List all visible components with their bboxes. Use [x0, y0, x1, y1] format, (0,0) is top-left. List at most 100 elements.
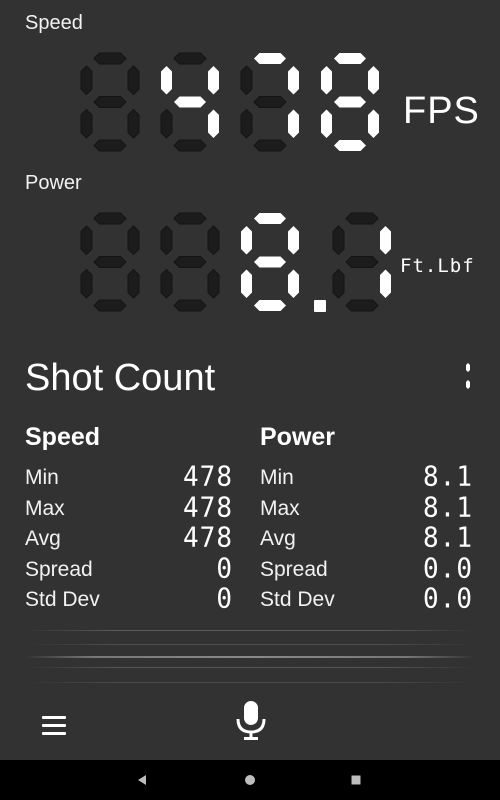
segment-d	[334, 140, 366, 151]
segment-g	[253, 96, 287, 108]
power-stat-value: 0.0	[423, 583, 473, 615]
segment-g	[334, 96, 366, 108]
segment-c	[380, 269, 391, 298]
segment-f	[240, 65, 253, 96]
segment-d	[253, 139, 287, 152]
segment-b	[288, 66, 299, 95]
segment-a	[173, 212, 207, 225]
shot-count-value	[455, 356, 471, 401]
speed-stat-label: Spread	[25, 557, 93, 581]
power-stat-value: 8.1	[423, 522, 473, 554]
segment-f	[455, 362, 461, 373]
power-stat-value: 8.1	[423, 461, 473, 493]
speed-stat-value: 478	[183, 491, 233, 524]
segment-c	[127, 268, 140, 299]
power-digit	[160, 212, 220, 317]
home-icon[interactable]	[230, 760, 270, 800]
segment-a	[334, 53, 366, 64]
system-navigation-bar	[0, 760, 500, 800]
segment-c	[288, 109, 299, 138]
divider-lines	[25, 620, 475, 695]
segment-c	[127, 108, 140, 139]
segment-a	[460, 356, 466, 362]
segment-a	[173, 52, 207, 65]
segment-b	[207, 225, 220, 256]
shot-count-label: Shot Count	[25, 357, 216, 399]
segment-b	[368, 66, 379, 95]
segment-c	[466, 380, 470, 389]
segment-a	[254, 213, 286, 224]
segment-b	[208, 66, 219, 95]
segment-f	[80, 65, 93, 96]
menu-icon[interactable]	[42, 716, 70, 738]
speed-unit: FPS	[403, 90, 480, 132]
segment-g	[254, 256, 286, 268]
speed-stat-value: 478	[183, 522, 233, 554]
segment-d	[93, 139, 127, 152]
segment-b	[127, 65, 140, 96]
speed-digit	[80, 52, 140, 157]
segment-f	[241, 226, 252, 255]
speed-stat-label: Min	[25, 466, 59, 489]
speed-digit	[320, 52, 380, 157]
segment-d	[173, 299, 207, 312]
segment-g	[173, 256, 207, 268]
speed-stat-label: Std Dev	[25, 588, 100, 611]
power-stat-value: 0.0	[423, 552, 473, 585]
power-digit	[80, 212, 140, 317]
segment-d	[345, 299, 379, 312]
segment-c	[208, 109, 219, 138]
speed-stat-value: 0	[216, 583, 233, 615]
segment-e	[241, 269, 252, 298]
power-digit	[240, 212, 300, 317]
segment-e	[240, 108, 253, 139]
segment-e	[80, 268, 93, 299]
segment-d	[173, 139, 207, 152]
segment-d	[460, 390, 466, 396]
power-decimal-point	[314, 300, 326, 312]
power-stat-label: Max	[260, 496, 300, 520]
segment-c	[207, 268, 220, 299]
segment-e	[80, 108, 93, 139]
speed-stat-value: 0	[216, 552, 233, 585]
segment-c	[288, 269, 299, 298]
segment-e	[160, 108, 173, 139]
speed-digit	[240, 52, 300, 157]
segment-f	[161, 66, 172, 95]
segment-a	[93, 212, 127, 225]
speed-seven-segment-display	[80, 52, 400, 157]
segment-g	[174, 96, 206, 108]
power-unit: Ft.Lbf	[400, 255, 475, 277]
segment-e	[455, 379, 461, 390]
segment-e	[332, 268, 345, 299]
power-stat-label: Spread	[260, 557, 328, 581]
segment-f	[80, 225, 93, 256]
segment-a	[345, 212, 379, 225]
speed-stat-value: 478	[183, 461, 233, 493]
segment-g	[93, 256, 127, 268]
speed-stat-label: Max	[25, 496, 65, 520]
segment-g	[93, 96, 127, 108]
segment-d	[254, 300, 286, 311]
segment-e	[321, 109, 332, 138]
power-stat-value: 8.1	[423, 491, 473, 524]
segment-f	[321, 66, 332, 95]
segment-b	[380, 226, 391, 255]
microphone-icon[interactable]	[234, 699, 268, 743]
segment-b	[466, 363, 470, 372]
power-label: Power	[25, 172, 82, 194]
speed-digit	[160, 52, 220, 157]
recents-icon[interactable]	[336, 760, 376, 800]
segment-f	[160, 225, 173, 256]
speed-label: Speed	[25, 12, 83, 34]
segment-b	[127, 225, 140, 256]
segment-d	[93, 299, 127, 312]
speed-stats-title: Speed	[25, 423, 101, 451]
power-stats-title: Power	[260, 423, 336, 451]
segment-g	[345, 256, 379, 268]
power-seven-segment-display	[80, 212, 412, 317]
segment-b	[288, 226, 299, 255]
segment-e	[160, 268, 173, 299]
back-icon[interactable]	[122, 760, 162, 800]
segment-g	[460, 373, 466, 379]
